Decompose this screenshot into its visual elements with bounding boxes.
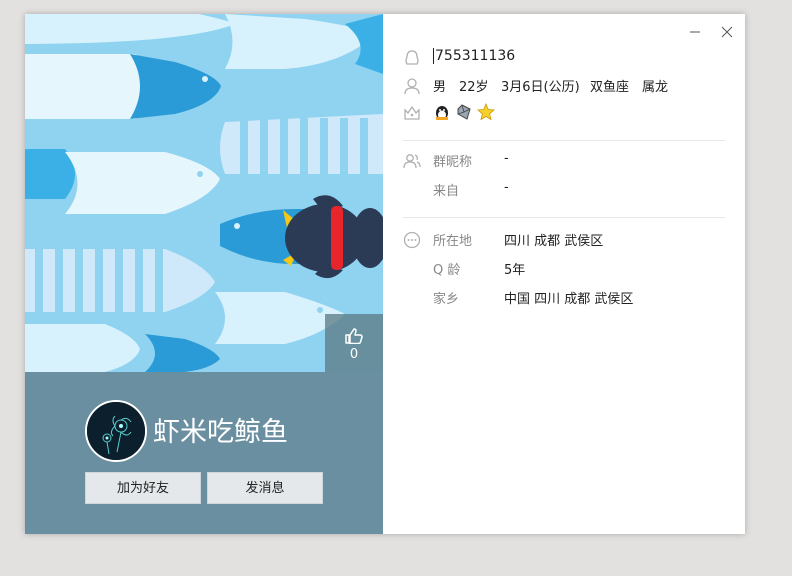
group-nickname-row: 群昵称 - <box>383 151 745 171</box>
location-row: 所在地 四川 成都 武侯区 <box>383 230 745 250</box>
more-icon <box>403 231 421 249</box>
profile-window: 0 虾米吃鲸鱼 加为好友 发消息 755311136 男 22岁 3月6日(公历… <box>25 14 745 534</box>
zodiac: 双鱼座 <box>590 80 630 95</box>
group-icon <box>403 154 421 169</box>
like-count: 0 <box>349 347 359 362</box>
crown-icon <box>404 105 420 120</box>
star-badge-icon[interactable] <box>477 103 495 121</box>
gender: 男 <box>433 80 447 95</box>
thumbs-up-icon <box>345 328 363 344</box>
profile-bottom-panel: 虾米吃鲸鱼 加为好友 发消息 <box>25 372 383 534</box>
diamond-badge-icon[interactable] <box>455 103 473 121</box>
location-label: 所在地 <box>433 234 473 249</box>
from-row: 来自 - <box>383 180 745 200</box>
group-nickname-value: - <box>504 151 509 166</box>
divider <box>403 140 725 141</box>
from-label: 来自 <box>433 184 460 199</box>
hometown-value: 中国 四川 成都 武侯区 <box>504 292 634 307</box>
qage-label: Q 龄 <box>433 263 461 278</box>
from-value: - <box>504 180 509 195</box>
like-button[interactable]: 0 <box>325 314 383 372</box>
hometown-row: 家乡 中国 四川 成都 武侯区 <box>383 288 745 308</box>
group-nickname-label: 群昵称 <box>433 155 473 170</box>
chinese-zodiac: 属龙 <box>642 80 669 95</box>
age: 22岁 <box>459 80 489 95</box>
profile-left-panel: 0 虾米吃鲸鱼 加为好友 发消息 <box>25 14 383 534</box>
divider <box>403 217 725 218</box>
location-value: 四川 成都 武侯区 <box>504 234 604 249</box>
close-icon[interactable] <box>719 24 735 40</box>
person-icon <box>404 78 420 95</box>
badges-row <box>383 103 745 123</box>
nickname: 虾米吃鲸鱼 <box>153 417 288 448</box>
penguin-outline-icon <box>405 50 419 65</box>
profile-info-panel: 755311136 男 22岁 3月6日(公历) 双鱼座 属龙 群昵称 - 来自… <box>383 14 745 534</box>
add-friend-button[interactable]: 加为好友 <box>85 472 201 504</box>
send-message-button[interactable]: 发消息 <box>207 472 323 504</box>
avatar[interactable] <box>85 400 147 462</box>
qq-number[interactable]: 755311136 <box>433 48 515 64</box>
penguin-badge-icon[interactable] <box>433 103 451 121</box>
qage-value: 5年 <box>504 263 526 278</box>
minimize-icon[interactable] <box>687 24 703 40</box>
qq-number-row: 755311136 <box>383 48 745 68</box>
hometown-label: 家乡 <box>433 292 460 307</box>
qage-row: Q 龄 5年 <box>383 259 745 279</box>
basic-info-row: 男 22岁 3月6日(公历) 双鱼座 属龙 <box>383 76 745 96</box>
birthday: 3月6日(公历) <box>501 80 580 95</box>
